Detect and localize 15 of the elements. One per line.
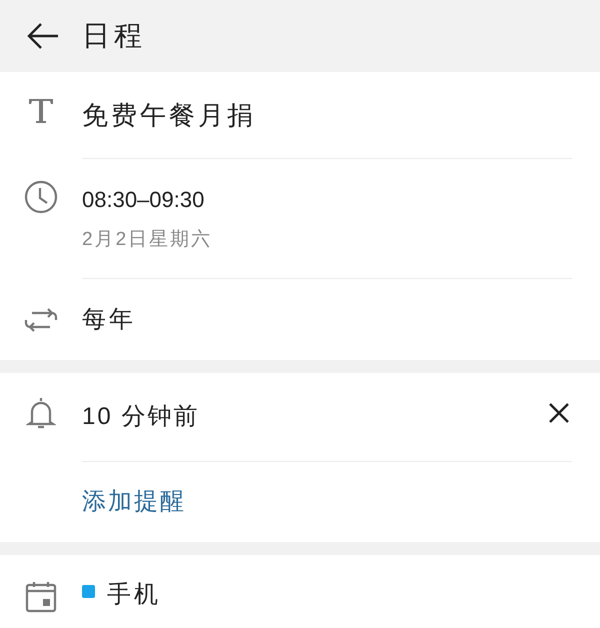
- add-reminder-link[interactable]: 添加提醒: [82, 484, 186, 520]
- clock-icon: [24, 180, 58, 214]
- text-format-icon: [28, 98, 54, 124]
- calendar-name: 手机: [107, 580, 161, 610]
- repeat-value: 每年: [82, 304, 136, 334]
- event-date: 2月2日星期六: [82, 228, 212, 252]
- event-title: 免费午餐月捐: [82, 98, 256, 132]
- calendar-icon: [25, 581, 57, 613]
- time-range: 08:30–09:30: [82, 186, 206, 214]
- reminder-time: 10 分钟前: [82, 402, 200, 432]
- close-icon[interactable]: [548, 402, 570, 424]
- back-icon[interactable]: [26, 22, 60, 50]
- page-title: 日程: [82, 19, 146, 53]
- bell-icon: [26, 396, 56, 430]
- repeat-icon: [24, 308, 58, 332]
